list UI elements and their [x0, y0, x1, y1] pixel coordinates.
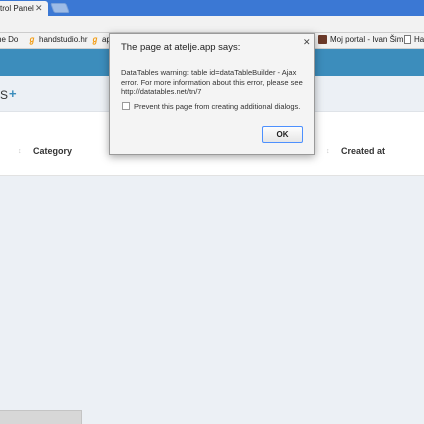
tab-title: trol Panel — [0, 4, 34, 13]
browser-toolbar — [0, 16, 424, 33]
bookmark-label: ne Do — [0, 35, 19, 44]
handstudio-icon: ℊ — [28, 34, 36, 44]
document-icon — [404, 35, 411, 44]
tab-close-icon[interactable]: ✕ — [35, 3, 43, 14]
bookmark-label: Moj portal - Ivan Šim — [330, 35, 404, 44]
browser-tab[interactable]: trol Panel ✕ — [0, 1, 48, 16]
column-header-created-at[interactable]: Created at — [341, 146, 385, 156]
add-icon[interactable]: + — [9, 86, 17, 101]
dialog-title: The page at atelje.app says: — [121, 42, 241, 53]
page-body — [0, 176, 424, 424]
bookmark-ap[interactable]: ℊ ap — [91, 35, 111, 44]
column-header-category[interactable]: Category — [33, 146, 72, 156]
bookmark-moj-portal[interactable]: Moj portal - Ivan Šim — [318, 35, 403, 44]
sort-icon[interactable]: ↕ — [18, 148, 21, 155]
ok-button[interactable]: OK — [262, 126, 303, 143]
dialog-message: DataTables warning: table id=dataTableBu… — [121, 68, 303, 96]
browser-tab-strip: trol Panel ✕ — [0, 0, 424, 16]
handstudio-icon: ℊ — [91, 34, 99, 44]
horizontal-scrollbar[interactable] — [0, 410, 82, 424]
prevent-dialogs-checkbox[interactable] — [122, 102, 130, 110]
bookmark-label: Ha — [414, 35, 424, 44]
sort-icon[interactable]: ↕ — [326, 148, 329, 155]
new-tab-button[interactable] — [50, 3, 70, 13]
page-title: S — [0, 88, 9, 102]
bookmark-ha[interactable]: Ha — [404, 35, 424, 44]
portal-icon — [318, 35, 327, 44]
bookmark-item[interactable]: ne Do — [0, 35, 18, 44]
alert-dialog: The page at atelje.app says: ✕ DataTable… — [109, 33, 315, 155]
close-icon[interactable]: ✕ — [303, 37, 311, 48]
prevent-dialogs-label[interactable]: Prevent this page from creating addition… — [134, 102, 300, 111]
bookmark-label: handstudio.hr — [39, 35, 88, 44]
bookmark-handstudio[interactable]: ℊ handstudio.hr — [28, 35, 87, 44]
